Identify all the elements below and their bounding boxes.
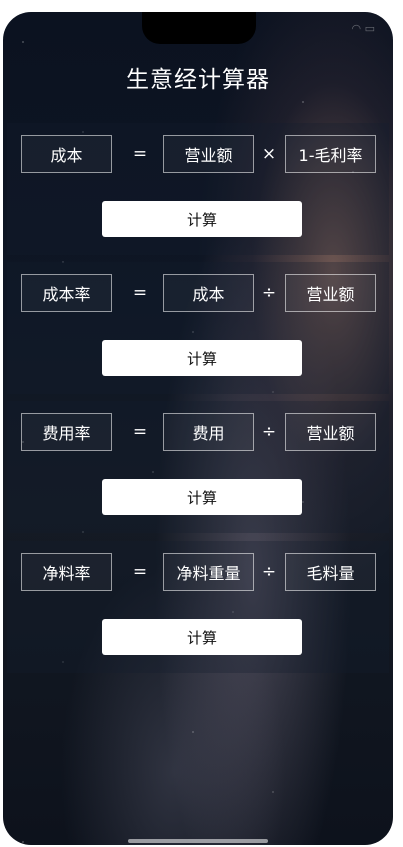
calculate-button-cost[interactable]: 计算 — [102, 201, 302, 237]
formula-section-cost: 成本 = 营业额 × 1-毛利率 计算 — [7, 123, 389, 255]
calculate-button-cost-rate[interactable]: 计算 — [102, 340, 302, 376]
result-field-expense-rate[interactable]: 费用率 — [21, 413, 112, 451]
input-field-revenue[interactable]: 营业额 — [163, 135, 254, 173]
divide-sign: ÷ — [261, 422, 277, 442]
result-field-net-material-rate[interactable]: 净料率 — [21, 553, 112, 591]
formula-section-cost-rate: 成本率 = 成本 ÷ 营业额 计算 — [7, 262, 389, 394]
equals-sign: = — [132, 562, 148, 582]
formula-section-expense-rate: 费用率 = 费用 ÷ 营业额 计算 — [7, 401, 389, 533]
result-field-cost-rate[interactable]: 成本率 — [21, 274, 112, 312]
divide-sign: ÷ — [261, 283, 277, 303]
multiply-sign: × — [261, 144, 277, 164]
phone-screen: ◠ ▭ 生意经计算器 成本 = 营业额 × 1-毛利率 计算 成本率 = 成本 … — [3, 12, 393, 845]
calculate-button-expense-rate[interactable]: 计算 — [102, 479, 302, 515]
result-field-cost[interactable]: 成本 — [21, 135, 112, 173]
input-field-expense[interactable]: 费用 — [163, 413, 254, 451]
input-field-gross-material[interactable]: 毛料量 — [285, 553, 376, 591]
divide-sign: ÷ — [261, 562, 277, 582]
page-title: 生意经计算器 — [126, 67, 270, 93]
input-field-gross-margin[interactable]: 1-毛利率 — [285, 135, 376, 173]
device-notch — [142, 12, 256, 44]
equals-sign: = — [132, 422, 148, 442]
input-field-cost[interactable]: 成本 — [163, 274, 254, 312]
formula-section-net-material-rate: 净料率 = 净料重量 ÷ 毛料量 计算 — [7, 541, 389, 673]
calculate-button-net-material-rate[interactable]: 计算 — [102, 619, 302, 655]
home-indicator[interactable] — [128, 839, 268, 843]
equals-sign: = — [132, 283, 148, 303]
input-field-revenue[interactable]: 营业额 — [285, 413, 376, 451]
equals-sign: = — [132, 144, 148, 164]
input-field-net-weight[interactable]: 净料重量 — [163, 553, 254, 591]
wifi-icon: ◠ ▭ — [351, 22, 376, 35]
input-field-revenue[interactable]: 营业额 — [285, 274, 376, 312]
